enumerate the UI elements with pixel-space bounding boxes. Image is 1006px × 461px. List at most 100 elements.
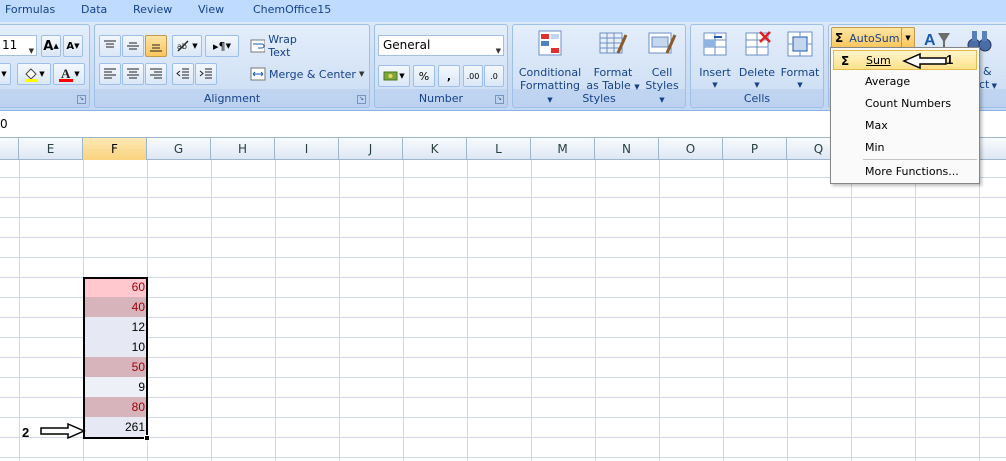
format-as-table-button[interactable]: Format as Table ▼ [585,29,641,94]
svg-text:A: A [61,66,71,81]
align-right-button[interactable] [145,63,167,85]
menu-item-min[interactable]: Min [833,138,977,158]
column-header-g[interactable]: G [147,138,211,160]
sort-partial-text: & [983,65,992,78]
decrease-decimal-button[interactable]: .0 [484,65,504,87]
menu-item-count-numbers[interactable]: Count Numbers [833,94,977,114]
tab-view[interactable]: View [198,3,224,16]
tab-data[interactable]: Data [81,3,107,16]
font-dialog-launcher[interactable]: ↘ [77,95,86,104]
fill-color-button[interactable]: ▼ [17,63,51,85]
arrow-left-icon [902,52,947,70]
paint-bucket-icon [25,68,39,82]
delete-cells-label: Delete [738,66,776,79]
tab-formulas[interactable]: Formulas [5,3,55,16]
paragraph-direction-button[interactable]: ▸¶ ▼ [205,35,239,57]
column-header-e[interactable]: E [19,138,83,160]
menu-item-more-functions[interactable]: More Functions... [833,162,977,182]
decrease-indent-button[interactable] [172,63,194,85]
column-header-h[interactable]: H [211,138,275,160]
column-header-f[interactable]: F [83,138,147,160]
sigma-icon: Σ [841,54,850,68]
font-color-icon: A [59,66,74,82]
column-header-partial[interactable] [0,138,19,160]
insert-cells-button[interactable]: Insert ▼ [693,29,737,92]
arrow-right-icon [40,422,86,440]
currency-icon [383,71,398,81]
find-partial-text: ct [979,78,990,91]
column-header-i[interactable]: I [275,138,339,160]
tab-review[interactable]: Review [133,3,172,16]
column-header-p[interactable]: P [723,138,787,160]
menu-item-average-label: Average [865,75,911,88]
number-format-select[interactable]: General ▼ [378,35,504,56]
svg-text:ab: ab [177,42,187,51]
chevron-down-icon: ▼ [905,34,911,42]
format-cells-button[interactable]: Format ▼ [777,29,823,92]
alignment-group-label: Alignment [203,92,261,105]
increase-decimal-button[interactable]: .00 [463,65,483,87]
paragraph-icon: ▸¶ [213,39,226,53]
delete-cells-button[interactable]: Delete ▼ [735,29,779,92]
percent-style-button[interactable]: % [413,65,435,87]
sigma-icon: Σ [835,31,844,45]
border-dropdown-button[interactable]: ▼ [0,63,11,85]
cell-styles-icon [648,32,677,54]
menu-separator [863,159,977,160]
wrap-text-button[interactable]: Wrap Text [247,33,321,59]
autosum-dropdown-arrow[interactable]: ▼ [901,27,915,49]
callout-label-2: 2 [22,425,30,440]
align-center-icon [127,68,139,79]
selection-range-border [83,277,148,439]
merge-cells-icon [250,67,266,81]
menu-item-max[interactable]: Max [833,116,977,136]
orientation-button[interactable]: ab ▼ [172,35,202,57]
font-size-select[interactable]: 11 ▼ [0,35,37,56]
column-header-o[interactable]: O [659,138,723,160]
worksheet-grid[interactable]: 60 40 12 10 50 9 80 261 2 [0,160,1006,461]
align-left-button[interactable] [99,63,121,85]
merge-center-button[interactable]: Merge & Center ▼ [247,63,367,85]
find-select-partial-label-2: ct ▼ [979,78,997,91]
format-cells-icon [787,31,813,57]
top-align-button[interactable] [99,35,121,57]
format-as-table-label-1: Format [593,66,633,79]
grow-font-button[interactable]: A ▲ [41,35,61,57]
middle-align-button[interactable] [122,35,144,57]
align-right-icon [150,68,162,79]
tab-chemoffice[interactable]: ChemOffice15 [253,3,331,16]
formula-bar-value: 0 [0,117,8,131]
increase-decimal-label: .00 [466,71,480,81]
fill-handle[interactable] [144,435,150,441]
menu-item-min-label: Min [865,141,885,154]
chevron-down-icon: ▼ [989,82,997,90]
font-group: 11 ▼ A ▲ A ▼ ▼ ▼ A ▼ ↘ [0,24,90,108]
font-color-button[interactable]: A ▼ [53,63,85,85]
bottom-align-button[interactable] [145,35,167,57]
menu-item-more-label: More Functions... [865,165,959,178]
column-header-k[interactable]: K [403,138,467,160]
shrink-font-button[interactable]: A ▼ [63,35,83,57]
accounting-format-button[interactable]: ▼ [378,65,410,87]
format-table-icon [599,32,628,54]
wrap-text-label: Wrap Text [268,33,297,59]
column-header-j[interactable]: J [339,138,403,160]
insert-cells-label: Insert [699,66,731,79]
alignment-dialog-launcher[interactable]: ↘ [357,95,366,104]
cell-styles-label-1: Cell [651,66,673,79]
cells-group: Insert ▼ Delete ▼ Format ▼ Cells [690,24,824,108]
menu-item-average[interactable]: Average [833,72,977,92]
column-header-n[interactable]: N [595,138,659,160]
column-header-l[interactable]: L [467,138,531,160]
font-size-value: 11 [2,38,18,52]
grow-font-label: A [43,38,54,54]
increase-indent-icon [199,68,212,79]
column-header-m[interactable]: M [531,138,595,160]
increase-indent-button[interactable] [195,63,217,85]
align-left-icon [104,68,116,79]
comma-style-button[interactable]: , [438,65,460,87]
align-center-button[interactable] [122,63,144,85]
number-dialog-launcher[interactable]: ↘ [495,95,504,104]
conditional-formatting-label-1: Conditional [518,66,582,79]
chevron-down-icon: ▼ [358,70,365,78]
